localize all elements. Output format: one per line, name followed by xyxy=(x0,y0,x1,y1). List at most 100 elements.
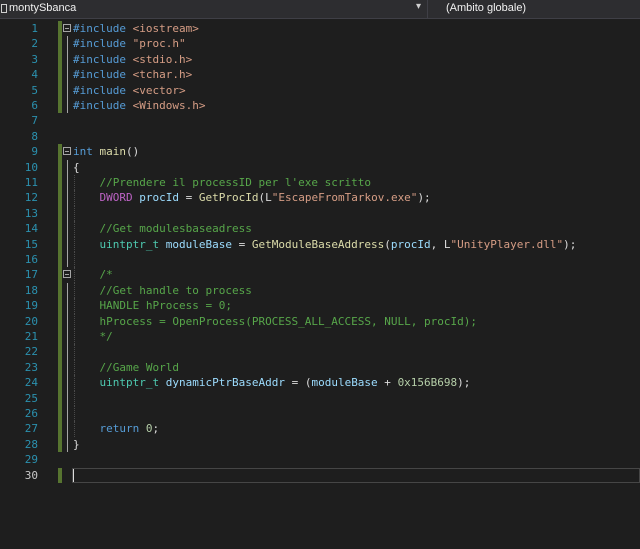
code-token: procId xyxy=(390,237,431,251)
code-editor[interactable]: 1 #include <iostream> 2 #include "proc.h" 3 #… xyxy=(0,19,640,549)
code-line[interactable]: 23 //Game World xyxy=(0,359,640,376)
line-number: 5 xyxy=(31,83,38,97)
code-token: <vector> xyxy=(132,83,186,97)
code-token: { xyxy=(73,160,80,174)
line-number: 28 xyxy=(24,437,38,451)
code-token: #include xyxy=(73,99,133,112)
indent-guide xyxy=(74,252,75,268)
line-number: 18 xyxy=(24,283,38,297)
code-token: */ xyxy=(99,330,113,343)
line-number: 24 xyxy=(24,376,38,390)
project-dropdown[interactable]: montySbanca ▾ xyxy=(0,0,428,18)
code-text: #include <Windows.h> xyxy=(73,98,205,113)
code-line[interactable]: 12 DWORD procId = GetProcId(L"EscapeFrom… xyxy=(0,190,640,206)
change-marker xyxy=(58,82,62,98)
code-line[interactable]: 3 #include <stdio.h> xyxy=(0,51,640,68)
code-text: */ xyxy=(73,329,113,344)
fold-guide xyxy=(67,82,68,98)
code-token: <stdio.h> xyxy=(132,52,193,66)
code-line[interactable]: 25 xyxy=(0,390,640,406)
line-number: 13 xyxy=(24,206,38,220)
line-number: 29 xyxy=(24,453,38,467)
code-token: = xyxy=(231,237,252,251)
line-number: 16 xyxy=(24,253,38,266)
change-marker xyxy=(58,467,62,483)
code-token: return xyxy=(99,422,140,436)
code-text: uintptr_t dynamicPtrBaseAddr = (moduleBa… xyxy=(73,375,471,390)
code-line[interactable]: 18 //Get handle to process xyxy=(0,282,640,299)
code-line[interactable]: 11 //Prendere il processID per l'exe scr… xyxy=(0,175,640,191)
fold-guide xyxy=(67,406,68,422)
code-token: dynamicPtrBaseAddr xyxy=(165,376,285,390)
code-line[interactable]: 9 int main() xyxy=(0,144,640,160)
code-line[interactable]: 13 xyxy=(0,205,640,222)
code-token: //Prendere il processID per l'exe scritt… xyxy=(99,176,372,189)
code-token: ); xyxy=(417,191,431,205)
scope-label: (Ambito globale) xyxy=(446,2,527,14)
code-line[interactable]: 28} xyxy=(0,436,640,453)
code-line[interactable]: 22 xyxy=(0,344,640,360)
change-marker xyxy=(58,67,62,83)
code-line[interactable]: 5 #include <vector> xyxy=(0,82,640,98)
change-marker xyxy=(58,267,62,283)
code-line[interactable]: 27 return 0; xyxy=(0,421,640,437)
code-line[interactable]: 16 xyxy=(0,252,640,268)
line-number: 17 xyxy=(24,268,38,282)
change-marker xyxy=(58,21,62,37)
change-marker xyxy=(58,421,62,437)
line-number: 3 xyxy=(31,52,38,66)
code-line[interactable]: 15 uintptr_t moduleBase = GetModuleBaseA… xyxy=(0,236,640,252)
code-line[interactable]: 17 /* xyxy=(0,267,640,283)
fold-guide xyxy=(67,98,68,114)
code-line[interactable]: 20 hProcess = OpenProcess(PROCESS_ALL_AC… xyxy=(0,313,640,329)
code-line[interactable]: 4 #include <tchar.h> xyxy=(0,67,640,83)
code-token: "proc.h" xyxy=(132,37,186,51)
code-token: DWORD xyxy=(99,191,133,205)
code-text: HANDLE hProcess = 0; xyxy=(73,298,232,313)
code-token: #include xyxy=(73,37,133,51)
code-line[interactable]: 26 xyxy=(0,406,640,422)
fold-guide xyxy=(67,51,68,68)
code-line[interactable]: 21 */ xyxy=(0,329,640,345)
line-number: 1 xyxy=(31,22,38,35)
code-line[interactable]: 7 xyxy=(0,113,640,128)
code-line[interactable]: 8 xyxy=(0,129,640,144)
code-line[interactable]: 30 xyxy=(0,467,640,483)
code-token: uintptr_t xyxy=(99,376,160,390)
change-marker xyxy=(58,329,62,345)
line-number: 11 xyxy=(24,176,38,189)
indent-guide xyxy=(74,344,75,360)
scope-dropdown[interactable]: (Ambito globale) xyxy=(438,0,640,18)
collapse-icon[interactable] xyxy=(63,24,71,32)
change-marker xyxy=(58,375,62,391)
dropdown-arrow-icon[interactable]: ▾ xyxy=(416,1,421,12)
code-token: /* xyxy=(99,268,113,282)
code-line[interactable]: 14 //Get modulesbaseadress xyxy=(0,221,640,237)
line-number: 12 xyxy=(24,191,38,205)
code-line[interactable]: 1 #include <iostream> xyxy=(0,21,640,37)
code-line[interactable]: 2 #include "proc.h" xyxy=(0,36,640,52)
fold-guide xyxy=(67,329,68,345)
code-line[interactable]: 6 #include <Windows.h> xyxy=(0,98,640,114)
code-line[interactable]: 29 xyxy=(0,452,640,467)
line-number: 25 xyxy=(24,391,38,405)
fold-guide xyxy=(67,236,68,252)
collapse-icon[interactable] xyxy=(63,270,71,279)
code-line[interactable]: 24 uintptr_t dynamicPtrBaseAddr = (modul… xyxy=(0,375,640,391)
code-text: #include <vector> xyxy=(73,83,186,98)
code-line[interactable]: 10 { xyxy=(0,159,640,175)
change-marker xyxy=(58,282,62,299)
fold-guide xyxy=(67,313,68,329)
line-number: 27 xyxy=(24,422,38,436)
collapse-icon[interactable] xyxy=(63,147,71,156)
line-number: 15 xyxy=(24,237,38,251)
code-line[interactable]: 19 HANDLE hProcess = 0; xyxy=(0,298,640,314)
code-text: } xyxy=(73,437,80,452)
